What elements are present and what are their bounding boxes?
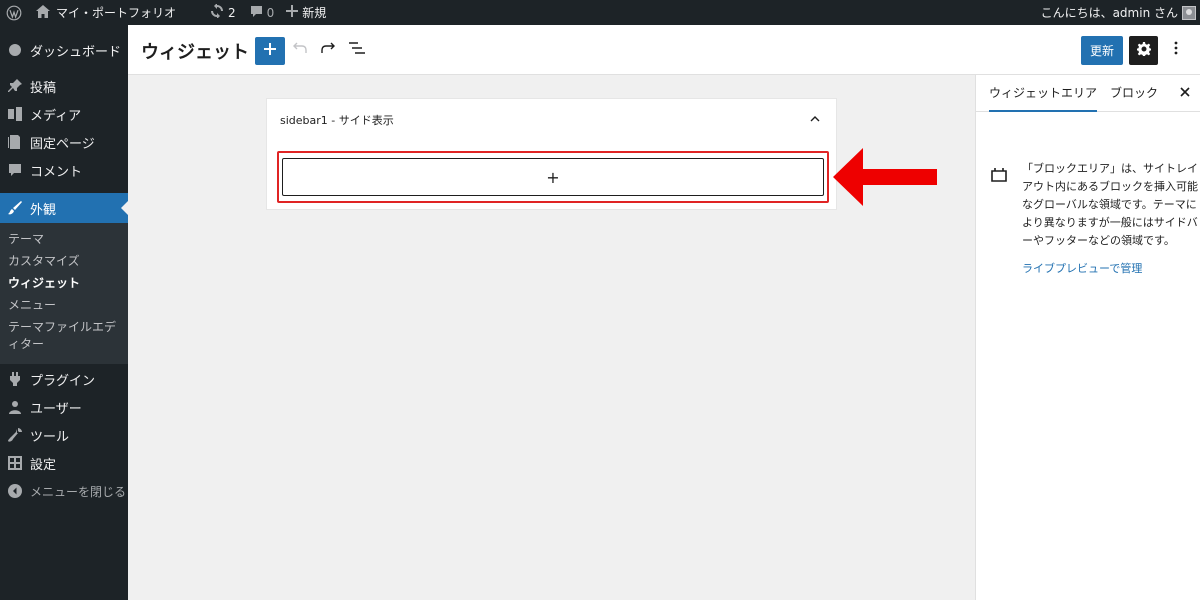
- close-settings-button[interactable]: [1178, 86, 1192, 100]
- sidebar-item-label: ユーザー: [30, 401, 82, 417]
- sidebar-item-settings[interactable]: 設定: [0, 449, 128, 477]
- home-icon: [36, 4, 50, 21]
- sidebar-item-users[interactable]: ユーザー: [0, 393, 128, 421]
- plus-icon: [264, 43, 276, 59]
- sidebar-item-label: ダッシュボード: [30, 44, 122, 60]
- collapse-arrow-icon: [8, 484, 22, 498]
- close-icon: [1180, 86, 1190, 100]
- page-icon: [8, 135, 22, 149]
- undo-button[interactable]: [290, 40, 310, 60]
- sidebar-item-tools[interactable]: ツール: [0, 421, 128, 449]
- block-area-icon: [991, 168, 1007, 182]
- comment-bubble-icon: [250, 5, 263, 21]
- comments-count: 0: [266, 5, 275, 20]
- sidebar-item-comments[interactable]: コメント: [0, 156, 128, 184]
- sidebar-item-label: 設定: [30, 457, 57, 473]
- submenu-item-menus[interactable]: メニュー: [0, 295, 128, 317]
- sidebar-item-appearance[interactable]: 外観: [0, 193, 128, 223]
- tab-block[interactable]: ブロック: [1110, 75, 1158, 112]
- settings-grid-icon: [8, 456, 22, 470]
- editor-header: ウィジェット 更新: [128, 25, 1200, 75]
- sidebar-item-label: プラグイン: [30, 373, 96, 389]
- new-content-link[interactable]: 新規: [280, 0, 332, 25]
- redo-icon: [321, 42, 335, 58]
- gear-icon: [1136, 41, 1151, 60]
- add-block-button[interactable]: [255, 37, 285, 65]
- sidebar-item-dashboard[interactable]: ダッシュボード: [0, 36, 128, 64]
- page-title: ウィジェット: [141, 42, 249, 63]
- sidebar-item-pages[interactable]: 固定ページ: [0, 128, 128, 156]
- sidebar-item-media[interactable]: メディア: [0, 100, 128, 128]
- updates-link[interactable]: 2: [204, 0, 242, 25]
- appender-highlight-box: +: [277, 151, 829, 203]
- plugin-icon: [8, 372, 22, 386]
- user-icon: [8, 400, 22, 414]
- paintbrush-icon: [8, 201, 22, 215]
- submenu-item-theme-file-editor[interactable]: テーマファイルエディター: [0, 317, 128, 356]
- chevron-up-icon: [810, 111, 820, 126]
- editor-canvas: sidebar1 - サイド表示 +: [128, 75, 975, 600]
- sidebar-item-label: コメント: [30, 164, 83, 180]
- sidebar-item-label: 固定ページ: [30, 136, 95, 152]
- update-button[interactable]: 更新: [1081, 36, 1123, 65]
- sidebar-item-label: 外観: [30, 202, 57, 218]
- appender-plus-label: +: [546, 167, 560, 187]
- wrench-icon: [8, 428, 22, 442]
- site-name: マイ・ポートフォリオ: [56, 6, 177, 20]
- wordpress-logo-icon[interactable]: [0, 0, 28, 25]
- redo-button[interactable]: [318, 40, 338, 60]
- pin-icon: [8, 79, 22, 93]
- sidebar-item-posts[interactable]: 投稿: [0, 72, 128, 100]
- updates-count: 2: [228, 5, 236, 20]
- admin-bar: マイ・ポートフォリオ 2 0 新規 こんにちは、admin さん: [0, 0, 1200, 25]
- user-greeting[interactable]: こんにちは、admin さん: [1041, 4, 1178, 21]
- more-vertical-icon: [1174, 41, 1178, 59]
- sidebar-item-label: 投稿: [30, 80, 57, 96]
- appearance-submenu: テーマ カスタマイズ ウィジェット メニュー テーマファイルエディター: [0, 223, 128, 364]
- block-appender-button[interactable]: +: [282, 158, 824, 196]
- avatar[interactable]: [1182, 5, 1196, 20]
- settings-panel: ウィジェットエリア ブロック 「ブロックエリア」は、サイトレイアウト内にあるブロ…: [975, 75, 1200, 600]
- widget-area-collapse-button[interactable]: [808, 111, 822, 125]
- media-icon: [8, 107, 22, 121]
- settings-tabs: ウィジェットエリア ブロック: [976, 75, 1200, 112]
- tab-widget-areas[interactable]: ウィジェットエリア: [989, 75, 1098, 112]
- widget-area-title[interactable]: sidebar1 - サイド表示: [280, 112, 394, 128]
- plus-icon: [286, 5, 299, 20]
- sidebar-item-label: メディア: [30, 108, 82, 124]
- sidebar-item-plugins[interactable]: プラグイン: [0, 365, 128, 393]
- updates-icon: [210, 3, 224, 21]
- widget-area-sidebar1: sidebar1 - サイド表示 +: [266, 98, 837, 210]
- sidebar-collapse-button[interactable]: メニューを閉じる: [0, 477, 128, 505]
- site-name-link[interactable]: マイ・ポートフォリオ: [30, 0, 182, 25]
- block-area-description: 「ブロックエリア」は、サイトレイアウト内にあるブロックを挿入可能なグローバルな領…: [1022, 162, 1198, 247]
- list-view-icon: [349, 42, 365, 58]
- settings-toggle-button[interactable]: [1129, 36, 1158, 65]
- sidebar-item-label: ツール: [30, 429, 70, 445]
- submenu-item-widgets[interactable]: ウィジェット: [0, 273, 128, 295]
- undo-icon: [293, 42, 307, 58]
- new-label: 新規: [302, 6, 327, 20]
- submenu-item-customize[interactable]: カスタマイズ: [0, 251, 128, 273]
- comment-icon: [8, 163, 22, 177]
- dashboard-icon: [8, 43, 22, 57]
- sidebar-item-label: メニューを閉じる: [30, 484, 127, 499]
- comments-link[interactable]: 0: [244, 0, 281, 25]
- live-preview-link[interactable]: ライブプレビューで管理: [1022, 260, 1142, 276]
- more-options-button[interactable]: [1166, 38, 1186, 62]
- submenu-item-themes[interactable]: テーマ: [0, 229, 128, 251]
- red-arrow-icon: [833, 148, 937, 206]
- list-view-button[interactable]: [347, 40, 367, 60]
- admin-sidebar: ダッシュボード 投稿 メディア 固定ページ コメント 外観 テーマ カスタマイズ…: [0, 25, 128, 600]
